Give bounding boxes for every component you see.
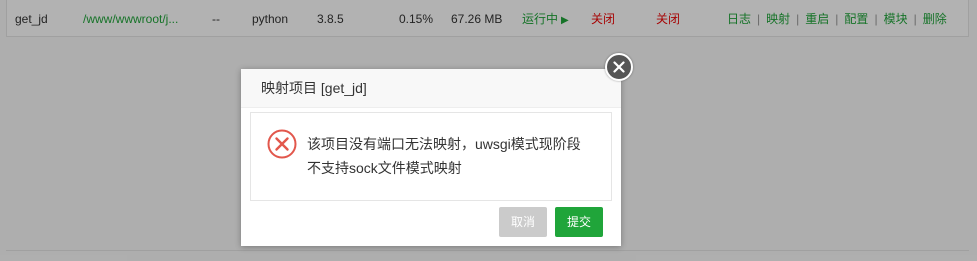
close-icon	[613, 61, 625, 73]
error-message: 该项目没有端口无法映射，uwsgi模式现阶段 不支持sock文件模式映射	[307, 132, 597, 180]
submit-button[interactable]: 提交	[555, 207, 604, 237]
mapping-dialog: 映射项目 [get_jd] 该项目没有端口无法映射，uwsgi模式现阶段 不支持…	[241, 69, 621, 246]
error-circle-icon	[267, 129, 297, 162]
message-box: 该项目没有端口无法映射，uwsgi模式现阶段 不支持sock文件模式映射	[250, 112, 612, 201]
dialog-title: 映射项目 [get_jd]	[241, 69, 621, 108]
error-message-line: 不支持sock文件模式映射	[307, 160, 462, 176]
error-message-line: 该项目没有端口无法映射，uwsgi模式现阶段	[307, 136, 581, 152]
close-button[interactable]	[605, 53, 633, 81]
cancel-button[interactable]: 取消	[499, 207, 548, 237]
